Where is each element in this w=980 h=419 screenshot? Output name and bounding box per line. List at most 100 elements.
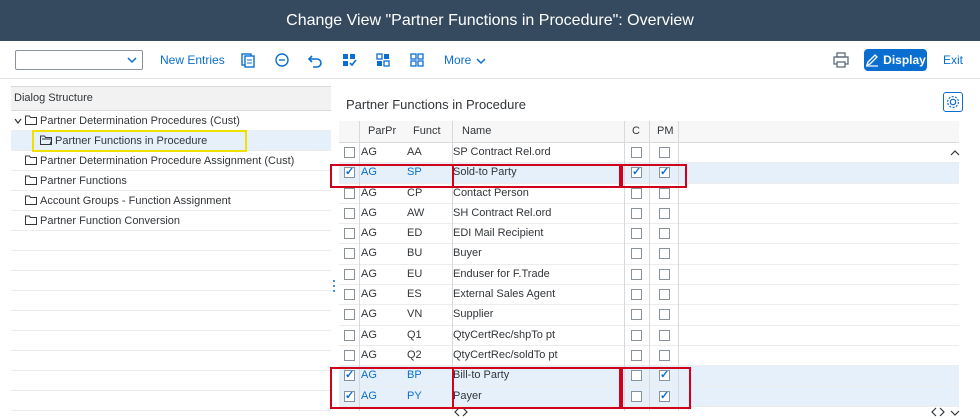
panel-title: Partner Functions in Procedure xyxy=(346,97,526,112)
row-select-checkbox[interactable] xyxy=(344,289,355,301)
cell-c-checkbox[interactable] xyxy=(631,207,642,219)
panel-splitter-handle[interactable] xyxy=(332,278,336,294)
select-block-icon[interactable] xyxy=(375,52,391,68)
display-label: Display xyxy=(883,53,926,67)
toolbar: New Entries More Display Exit xyxy=(0,41,980,79)
cell-parpr: AG xyxy=(361,247,377,260)
cell-funct: Q2 xyxy=(407,348,422,361)
tree-item-partner-determination-procedures[interactable]: Partner Determination Procedures (Cust) xyxy=(11,111,331,131)
new-entries-button[interactable]: New Entries xyxy=(160,51,225,71)
cell-pm-checkbox[interactable] xyxy=(659,289,670,301)
cell-c-checkbox[interactable] xyxy=(631,147,642,158)
tree-item-label: Partner Determination Procedures (Cust) xyxy=(40,115,240,127)
row-select-checkbox[interactable] xyxy=(344,228,355,240)
cell-c-checkbox[interactable] xyxy=(631,228,642,240)
copy-icon[interactable] xyxy=(240,52,256,68)
tree-empty-row xyxy=(11,231,331,251)
table-settings-gear-icon[interactable] xyxy=(943,92,963,112)
row-select-checkbox[interactable] xyxy=(344,329,355,341)
cell-pm-checkbox[interactable] xyxy=(659,349,670,361)
col-header-pm[interactable]: PM xyxy=(657,125,674,137)
undo-icon[interactable] xyxy=(307,52,323,68)
row-select-checkbox[interactable] xyxy=(344,309,355,321)
cell-name: QtyCertRec/shpTo pt xyxy=(453,328,556,341)
cell-c-checkbox[interactable] xyxy=(631,329,642,341)
cell-name: SP Contract Rel.ord xyxy=(453,146,551,158)
cell-pm-checkbox[interactable] xyxy=(659,309,670,321)
col-header-name[interactable]: Name xyxy=(462,125,491,137)
col-header-funct[interactable]: Funct xyxy=(413,125,441,137)
row-select-checkbox[interactable] xyxy=(344,187,355,199)
row-select-checkbox[interactable] xyxy=(344,268,355,280)
cell-parpr: AG xyxy=(361,186,377,199)
window-title: Change View "Partner Functions in Proced… xyxy=(286,11,694,29)
tree-item-label: Partner Function Conversion xyxy=(40,215,181,227)
tree-empty-row xyxy=(11,311,331,331)
cell-name: External Sales Agent xyxy=(453,288,556,301)
delete-icon[interactable] xyxy=(274,52,290,68)
expand-toggle-icon[interactable] xyxy=(14,117,22,125)
cell-name: EDI Mail Recipient xyxy=(453,227,544,240)
cell-funct: VN xyxy=(407,308,423,321)
chevron-down-icon xyxy=(476,58,486,65)
cell-c-checkbox[interactable] xyxy=(631,187,642,199)
cell-c-checkbox[interactable] xyxy=(631,309,642,321)
dialog-structure-panel: Dialog Structure Partner Determination P… xyxy=(11,86,331,419)
cell-pm-checkbox[interactable] xyxy=(659,147,670,158)
highlight-box-red-flags xyxy=(621,164,687,188)
cell-parpr: AG xyxy=(361,227,377,240)
row-select-checkbox[interactable] xyxy=(344,248,355,260)
cell-funct: EU xyxy=(407,267,423,280)
deselect-all-icon[interactable] xyxy=(409,52,425,68)
row-select-checkbox[interactable] xyxy=(344,147,355,158)
cell-funct: ES xyxy=(407,288,422,301)
cell-c-checkbox[interactable] xyxy=(631,289,642,301)
variant-select[interactable] xyxy=(15,50,143,70)
cell-pm-checkbox[interactable] xyxy=(659,207,670,219)
cell-c-checkbox[interactable] xyxy=(631,349,642,361)
cell-parpr: AG xyxy=(361,288,377,301)
tree-item-partner-functions[interactable]: Partner Functions xyxy=(11,171,331,191)
cell-pm-checkbox[interactable] xyxy=(659,248,670,260)
cell-c-checkbox[interactable] xyxy=(631,248,642,260)
tree-empty-row xyxy=(11,251,331,271)
more-menu-button[interactable]: More xyxy=(444,51,487,71)
cell-pm-checkbox[interactable] xyxy=(659,268,670,280)
display-button[interactable]: Display xyxy=(864,49,927,71)
tree-item-procedure-assignment[interactable]: Partner Determination Procedure Assignme… xyxy=(11,151,331,171)
folder-open-icon xyxy=(25,115,37,125)
folder-icon xyxy=(25,175,37,185)
cell-pm-checkbox[interactable] xyxy=(659,187,670,199)
cell-c-checkbox[interactable] xyxy=(631,268,642,280)
cell-name: Supplier xyxy=(453,308,494,321)
tree-item-account-groups[interactable]: Account Groups - Function Assignment xyxy=(11,191,331,211)
print-icon[interactable] xyxy=(833,52,849,68)
tree-empty-row xyxy=(11,391,331,411)
chevron-down-icon xyxy=(127,57,137,64)
tree-item-label: Partner Determination Procedure Assignme… xyxy=(40,155,295,167)
vertical-scrollbar[interactable] xyxy=(949,148,961,418)
window-title-bar: Change View "Partner Functions in Proced… xyxy=(0,0,980,41)
highlight-box-red-names xyxy=(452,367,621,409)
highlight-box-yellow xyxy=(32,130,247,152)
tree-item-partner-function-conversion[interactable]: Partner Function Conversion xyxy=(11,211,331,231)
cell-parpr: AG xyxy=(361,206,377,219)
cell-parpr: AG xyxy=(361,328,377,341)
row-select-checkbox[interactable] xyxy=(344,207,355,219)
cell-pm-checkbox[interactable] xyxy=(659,228,670,240)
cell-funct: CP xyxy=(407,186,423,199)
cell-pm-checkbox[interactable] xyxy=(659,329,670,341)
tree-item-label: Account Groups - Function Assignment xyxy=(40,195,231,207)
tree-item-label: Partner Functions xyxy=(40,175,127,187)
highlight-box-red-flags-bottom xyxy=(621,367,691,409)
select-all-icon[interactable] xyxy=(341,52,357,68)
col-header-c[interactable]: C xyxy=(632,125,640,137)
exit-button[interactable]: Exit xyxy=(943,51,963,69)
cell-parpr: AG xyxy=(361,308,377,321)
cell-funct: ED xyxy=(407,227,423,240)
col-header-parpr[interactable]: ParPr xyxy=(368,125,396,137)
cell-parpr: AG xyxy=(361,348,377,361)
row-select-checkbox[interactable] xyxy=(344,349,355,361)
highlight-box-red-name xyxy=(452,164,621,188)
cell-name: Buyer xyxy=(453,247,482,260)
